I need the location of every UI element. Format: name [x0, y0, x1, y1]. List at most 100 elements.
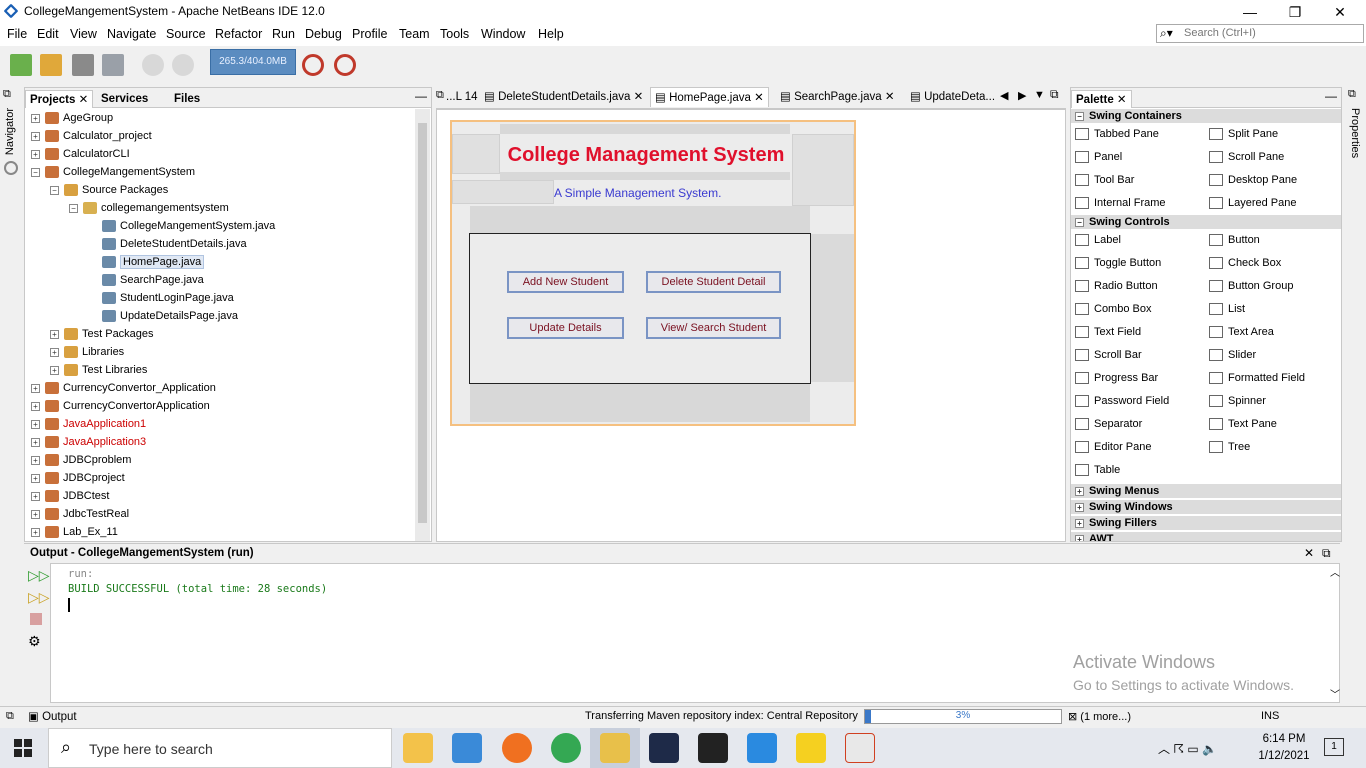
- file-explorer-icon[interactable]: [403, 733, 433, 763]
- palette-item[interactable]: Separator: [1075, 413, 1209, 436]
- palette-section-header[interactable]: − Swing Containers: [1071, 109, 1341, 123]
- app-icon[interactable]: [452, 733, 482, 763]
- palette-item[interactable]: Password Field: [1075, 390, 1209, 413]
- palette-item[interactable]: Tabbed Pane: [1075, 123, 1209, 146]
- expand-icon[interactable]: +: [31, 131, 40, 141]
- palette-item[interactable]: Tool Bar: [1075, 169, 1209, 192]
- expand-icon[interactable]: +: [31, 149, 40, 159]
- tab-services[interactable]: Services: [97, 90, 152, 108]
- close-icon[interactable]: ✕: [754, 92, 764, 104]
- expand-icon[interactable]: +: [31, 455, 40, 465]
- expand-icon[interactable]: +: [50, 347, 59, 357]
- menu-view[interactable]: View: [70, 27, 97, 41]
- palette-item[interactable]: Scroll Pane: [1209, 146, 1341, 169]
- tab-deletestudentdetails[interactable]: ▤ DeleteStudentDetails.java ✕: [480, 87, 647, 107]
- expand-icon[interactable]: +: [31, 509, 40, 519]
- expand-icon[interactable]: +: [31, 437, 40, 447]
- palette-item[interactable]: Panel: [1075, 146, 1209, 169]
- palette-item[interactable]: Internal Frame: [1075, 192, 1209, 215]
- redo-icon[interactable]: [172, 54, 194, 76]
- clock-date[interactable]: 1/12/2021: [1254, 750, 1314, 762]
- tree-item[interactable]: CollegeMangementSystem.java: [29, 217, 413, 235]
- tree-item[interactable]: + JavaApplication3: [29, 433, 413, 451]
- minimize-panel-icon[interactable]: —: [415, 89, 427, 103]
- minimize-panel-icon[interactable]: —: [1325, 89, 1337, 103]
- palette-item[interactable]: Button: [1209, 229, 1341, 252]
- view-search-student-button[interactable]: View/ Search Student: [646, 317, 781, 339]
- windows-start-icon[interactable]: [14, 739, 32, 757]
- tree-item[interactable]: + CalculatorCLI: [29, 145, 413, 163]
- palette-section-header[interactable]: + Swing Fillers: [1071, 516, 1341, 530]
- palette-item[interactable]: Combo Box: [1075, 298, 1209, 321]
- collapse-icon[interactable]: −: [69, 203, 78, 213]
- buttons-panel[interactable]: Add New Student Delete Student Detail Up…: [469, 233, 811, 384]
- rerun-with-params-icon[interactable]: ▷▷: [28, 589, 50, 606]
- notifications-icon[interactable]: 1: [1324, 738, 1344, 756]
- palette-section-header[interactable]: + AWT: [1071, 532, 1341, 541]
- undo-icon[interactable]: [142, 54, 164, 76]
- restore-window-icon[interactable]: ⧉: [1348, 88, 1356, 101]
- tree-item[interactable]: + AgeGroup: [29, 109, 413, 127]
- tree-item[interactable]: HomePage.java: [29, 253, 413, 271]
- close-icon[interactable]: ✕: [1304, 546, 1314, 560]
- output-scrollbar[interactable]: ︿ ﹀: [1327, 564, 1341, 702]
- memory-indicator[interactable]: 265.3/404.0MB: [210, 49, 296, 75]
- menu-navigate[interactable]: Navigate: [107, 27, 156, 41]
- palette-item[interactable]: Text Pane: [1209, 413, 1341, 436]
- scroll-down-icon[interactable]: ﹀: [1330, 686, 1340, 701]
- expand-icon[interactable]: +: [1075, 486, 1084, 496]
- palette-item[interactable]: Button Group: [1209, 275, 1341, 298]
- collapse-icon[interactable]: −: [50, 185, 59, 195]
- palette-section-header[interactable]: + Swing Menus: [1071, 484, 1341, 498]
- expand-icon[interactable]: +: [31, 527, 40, 537]
- palette-section-header[interactable]: − Swing Controls: [1071, 215, 1341, 229]
- tab-homepage[interactable]: ▤ HomePage.java ✕: [650, 87, 769, 107]
- expand-icon[interactable]: +: [31, 401, 40, 411]
- heading-label[interactable]: College Management System: [500, 138, 792, 172]
- tree-item[interactable]: UpdateDetailsPage.java: [29, 307, 413, 325]
- output-tab[interactable]: ▣ Output: [28, 709, 77, 723]
- menu-tools[interactable]: Tools: [440, 27, 469, 41]
- tree-item[interactable]: StudentLoginPage.java: [29, 289, 413, 307]
- menu-run[interactable]: Run: [272, 27, 295, 41]
- profile-icon[interactable]: [302, 54, 324, 76]
- expand-icon[interactable]: +: [31, 419, 40, 429]
- tree-item[interactable]: + JdbcTestReal: [29, 505, 413, 523]
- stop-icon[interactable]: [30, 613, 42, 625]
- palette-item[interactable]: Table: [1075, 459, 1209, 482]
- tree-item[interactable]: + JDBCproject: [29, 469, 413, 487]
- palette-item[interactable]: Scroll Bar: [1075, 344, 1209, 367]
- collapse-icon[interactable]: −: [1075, 217, 1084, 227]
- tree-scrollbar-thumb[interactable]: [418, 123, 427, 523]
- collapse-icon[interactable]: −: [1075, 111, 1084, 121]
- tree-item[interactable]: + Libraries: [29, 343, 413, 361]
- java-icon[interactable]: [845, 733, 875, 763]
- task-progress-bar[interactable]: 3%: [864, 709, 1062, 724]
- tree-item[interactable]: + CurrencyConvertorApplication: [29, 397, 413, 415]
- tree-item[interactable]: + JavaApplication1: [29, 415, 413, 433]
- properties-tab[interactable]: Properties: [1349, 108, 1361, 158]
- more-tasks-link[interactable]: ⊠ (1 more...): [1068, 710, 1131, 723]
- tab-hidden-file[interactable]: ...L 14: [442, 87, 482, 107]
- close-icon[interactable]: ✕: [1117, 94, 1127, 106]
- palette-item[interactable]: Check Box: [1209, 252, 1341, 275]
- navigator-tab[interactable]: Navigator: [4, 108, 16, 155]
- palette-item[interactable]: Tree: [1209, 436, 1341, 459]
- tree-item[interactable]: − Source Packages: [29, 181, 413, 199]
- tab-palette[interactable]: Palette ✕: [1071, 90, 1132, 108]
- palette-item[interactable]: List: [1209, 298, 1341, 321]
- output-console[interactable]: run: BUILD SUCCESSFUL (total time: 28 se…: [50, 563, 1340, 703]
- tab-files[interactable]: Files: [170, 90, 204, 108]
- subtitle-label[interactable]: A Simple Management System.: [554, 182, 794, 204]
- menu-edit[interactable]: Edit: [37, 27, 59, 41]
- search-input[interactable]: ⌕▾ Search (Ctrl+I): [1156, 24, 1364, 43]
- netbeans-taskbar-icon[interactable]: [600, 733, 630, 763]
- menu-file[interactable]: File: [7, 27, 27, 41]
- tree-item[interactable]: + JDBCproblem: [29, 451, 413, 469]
- menu-refactor[interactable]: Refactor: [215, 27, 262, 41]
- tree-scrollbar[interactable]: [415, 109, 430, 541]
- tab-updatedetails[interactable]: ▤ UpdateDeta...: [906, 87, 999, 107]
- palette-item[interactable]: Desktop Pane: [1209, 169, 1341, 192]
- open-project-icon[interactable]: [72, 54, 94, 76]
- expand-icon[interactable]: +: [50, 329, 59, 339]
